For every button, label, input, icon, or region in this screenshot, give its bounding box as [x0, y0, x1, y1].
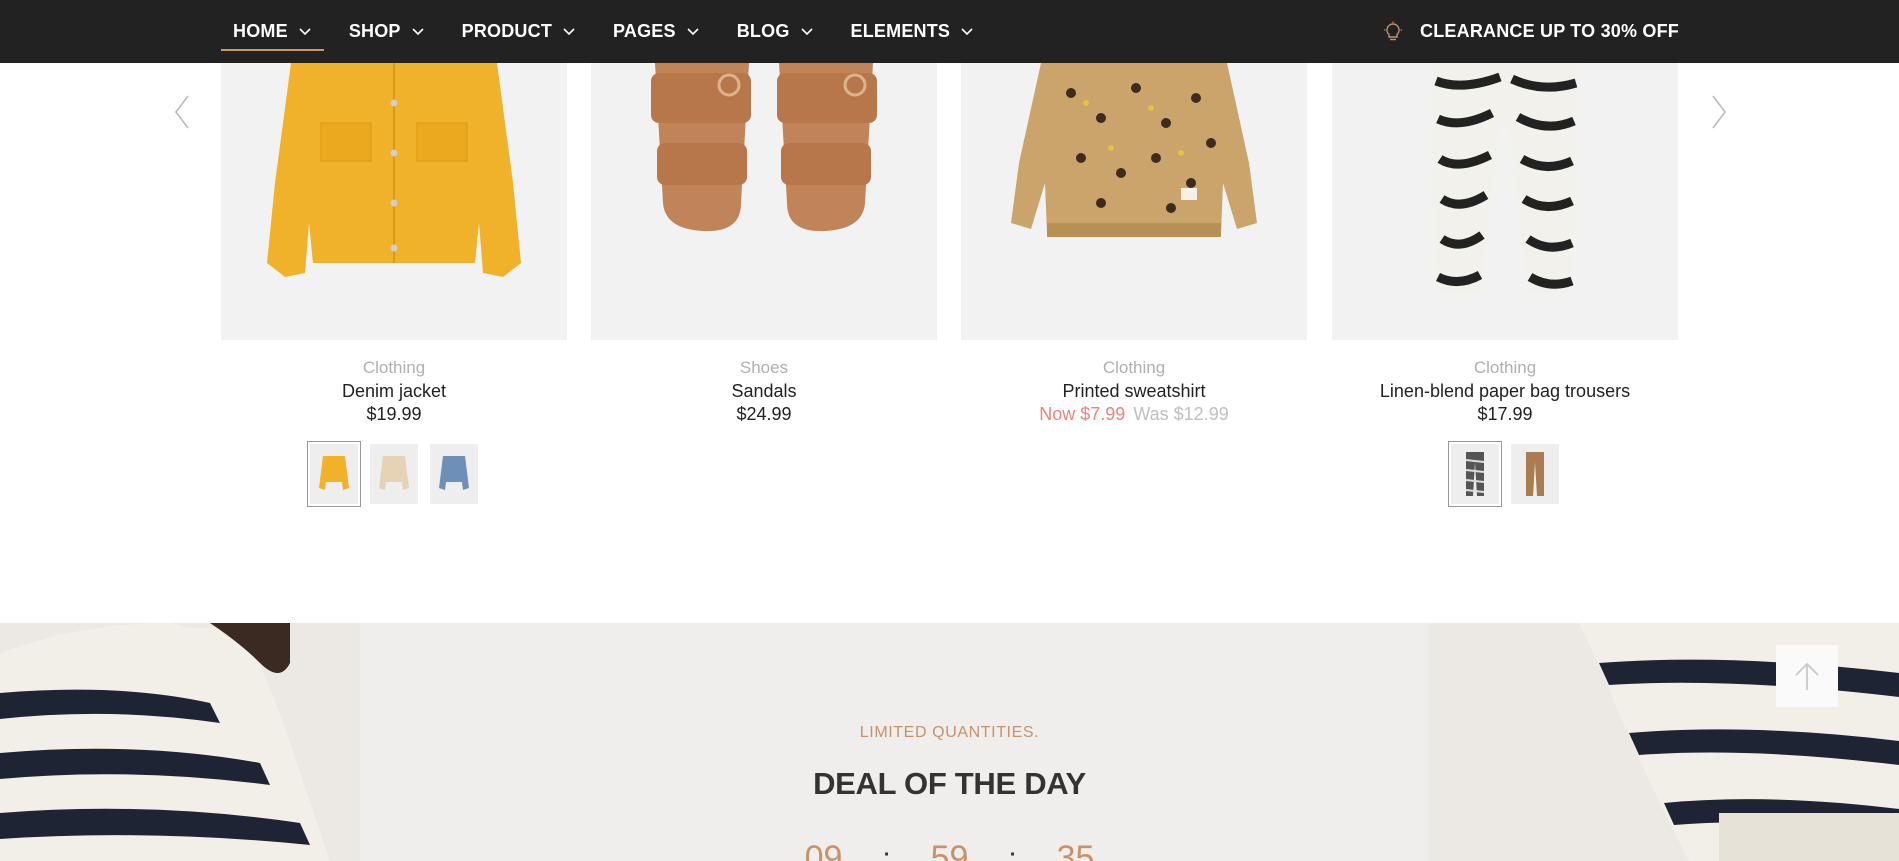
product-image[interactable] [221, 63, 567, 340]
nav-label: PRODUCT [461, 21, 553, 41]
chevron-down-icon [412, 27, 424, 35]
nav-label: ELEMENTS [850, 21, 951, 41]
nav-label: PAGES [613, 21, 676, 41]
countdown-separator: : [882, 841, 891, 861]
deal-kicker: LIMITED QUANTITIES. [859, 724, 1040, 741]
product-name[interactable]: Linen-blend paper bag trousers [1332, 381, 1678, 402]
chevron-down-icon [687, 27, 699, 35]
countdown-minutes: 59 [930, 839, 969, 861]
top-navbar: HOME SHOP PRODUCT PAGES BLOG ELEMENTS CL… [0, 0, 1899, 63]
nav-item-shop[interactable]: SHOP [337, 0, 437, 63]
brown-trousers-thumb [1526, 452, 1544, 496]
yellow-jacket-thumb [319, 456, 349, 490]
swatch-yellow[interactable] [307, 441, 361, 507]
chevron-down-icon [563, 27, 575, 35]
swatch-zebra[interactable] [1448, 441, 1502, 507]
product-name[interactable]: Printed sweatshirt [961, 381, 1307, 402]
original-price: Was $12.99 [1133, 404, 1229, 424]
product-price: Now $7.99 Was $12.99 [961, 404, 1307, 425]
chevron-left-icon[interactable] [170, 92, 194, 132]
beige-jacket-thumb [379, 456, 409, 490]
product-card[interactable]: Shoes Sandals $24.99 [591, 63, 937, 425]
product-price: $17.99 [1477, 404, 1533, 424]
countdown-separator: : [1008, 841, 1017, 861]
product-card[interactable]: Clothing Linen-blend paper bag trousers … [1332, 63, 1678, 507]
yellow-jacket-image [267, 63, 521, 277]
zebra-trousers-thumb [1465, 452, 1485, 496]
product-name[interactable]: Denim jacket [221, 381, 567, 402]
countdown-seconds: 35 [1056, 839, 1095, 861]
blue-jacket-thumb [439, 456, 469, 490]
product-price: $19.99 [366, 404, 422, 424]
countdown-hours: 09 [804, 839, 843, 861]
deal-of-the-day-section: LIMITED QUANTITIES. DEAL OF THE DAY 09 :… [0, 623, 1899, 861]
model-striped-shirt-left-image [0, 623, 360, 861]
chevron-down-icon [299, 27, 311, 35]
swatch-beige[interactable] [367, 441, 421, 507]
product-price: $24.99 [736, 404, 792, 424]
color-swatches [221, 441, 567, 507]
nav-item-elements[interactable]: ELEMENTS [839, 0, 987, 63]
chevron-right-icon[interactable] [1707, 92, 1731, 132]
product-category[interactable]: Clothing [1332, 358, 1678, 378]
nav-item-blog[interactable]: BLOG [725, 0, 826, 63]
product-category[interactable]: Shoes [591, 358, 937, 378]
nav-item-pages[interactable]: PAGES [601, 0, 712, 63]
countdown-timer: 09 : 59 : 35 [0, 839, 1899, 861]
nav-label: HOME [233, 21, 288, 41]
promo-text: CLEARANCE UP TO 30% OFF [1420, 21, 1679, 41]
product-card[interactable]: Clothing Denim jacket $19.99 [221, 63, 567, 507]
sandals-image [651, 63, 877, 232]
swatch-brown[interactable] [1508, 441, 1562, 507]
nav-item-product[interactable]: PRODUCT [450, 0, 588, 63]
main-menu: HOME SHOP PRODUCT PAGES BLOG ELEMENTS [221, 0, 999, 63]
promo-banner[interactable]: CLEARANCE UP TO 30% OFF [1382, 0, 1679, 63]
product-name[interactable]: Sandals [591, 381, 937, 402]
product-image[interactable] [1332, 63, 1678, 340]
scroll-to-top-button[interactable] [1776, 645, 1838, 707]
product-category[interactable]: Clothing [961, 358, 1307, 378]
leopard-sweatshirt-image [1011, 63, 1257, 237]
deal-title: DEAL OF THE DAY [813, 766, 1086, 801]
swatch-blue[interactable] [427, 441, 481, 507]
chevron-down-icon [961, 27, 973, 35]
color-swatches [1332, 441, 1678, 507]
zebra-trousers-image [1432, 63, 1578, 293]
sale-price: Now $7.99 [1039, 404, 1126, 424]
lightbulb-icon [1384, 21, 1403, 40]
product-category[interactable]: Clothing [221, 358, 567, 378]
product-image[interactable] [591, 63, 937, 340]
product-image[interactable] [961, 63, 1307, 340]
product-card[interactable]: Clothing Printed sweatshirt Now $7.99 Was… [961, 63, 1307, 425]
nav-label: SHOP [348, 21, 401, 41]
nav-item-home[interactable]: HOME [221, 0, 324, 63]
nav-label: BLOG [736, 21, 790, 41]
chevron-down-icon [800, 27, 813, 35]
arrow-up-icon [1795, 662, 1819, 690]
